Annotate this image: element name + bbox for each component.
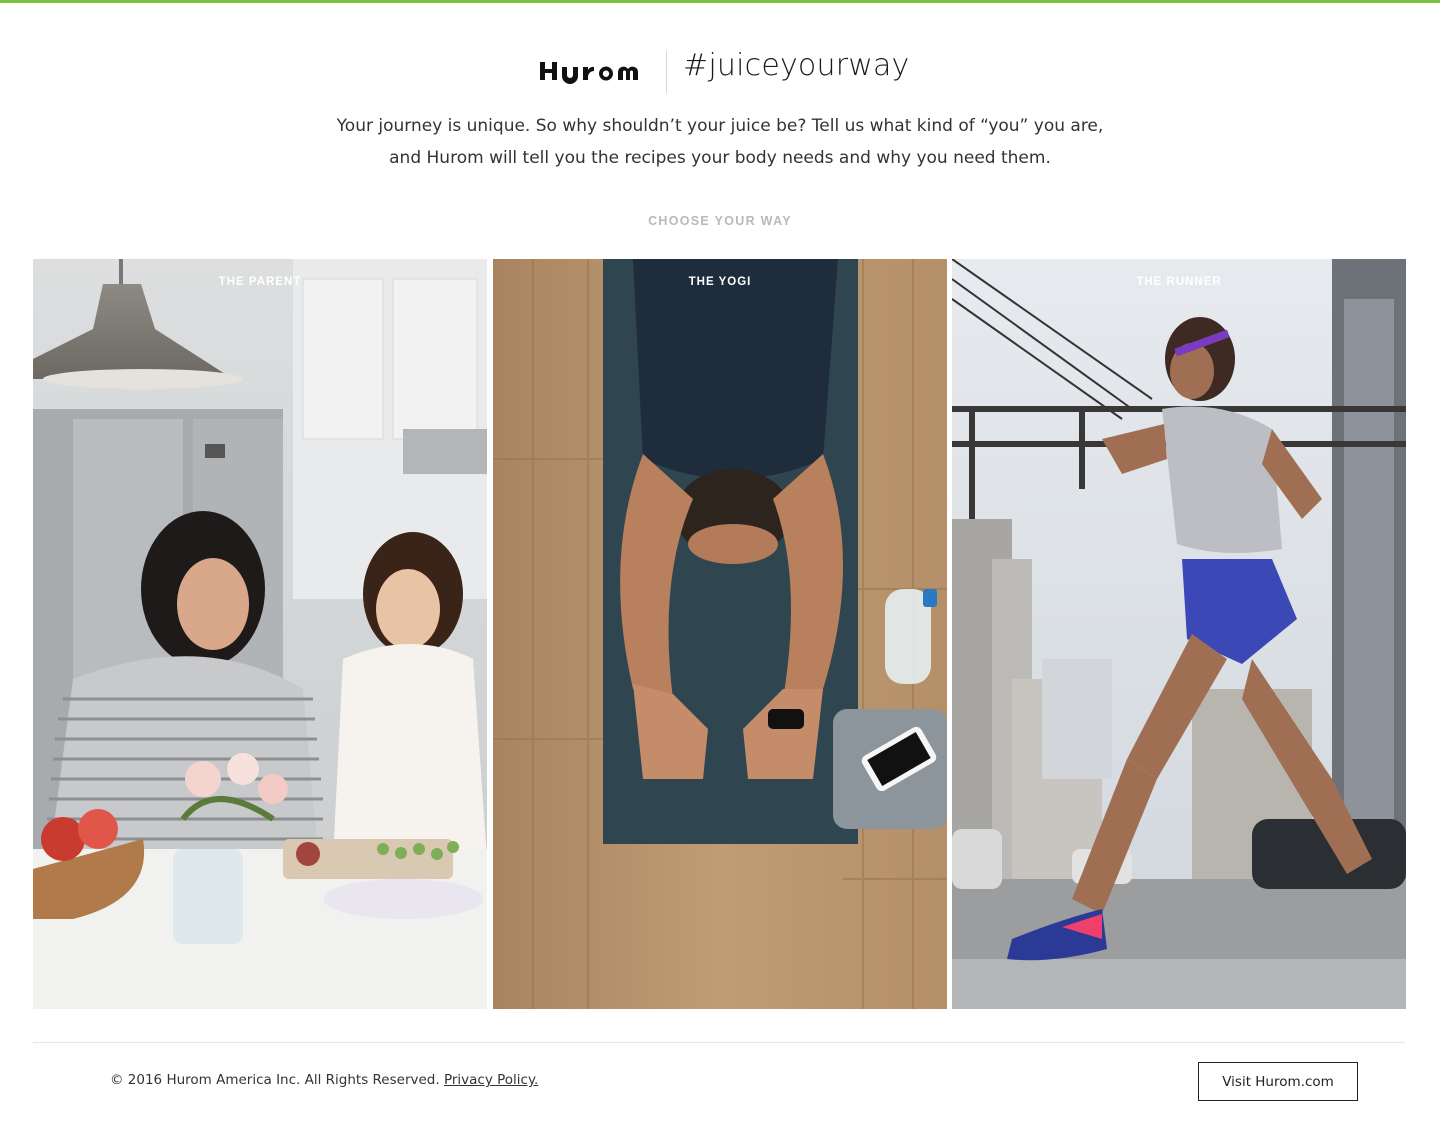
- hurom-wordmark-icon: [540, 62, 638, 84]
- brand-header: #juiceyourway: [0, 46, 1440, 96]
- runner-photo-image: [952, 259, 1406, 1009]
- panel-label-yogi: THE YOGI: [688, 276, 752, 288]
- intro-line-2: and Hurom will tell you the recipes your…: [389, 148, 1051, 168]
- privacy-policy-link[interactable]: Privacy Policy.: [444, 1072, 538, 1088]
- yogi-photo-image: [493, 259, 947, 1009]
- hurom-logo[interactable]: [538, 56, 650, 86]
- hashtag-title: #juiceyourway: [683, 48, 910, 83]
- panel-the-yogi[interactable]: THE YOGI: [493, 259, 947, 1009]
- brand-divider: [666, 51, 667, 93]
- panel-the-parent[interactable]: THE PARENT: [33, 259, 487, 1009]
- footer-copyright: © 2016 Hurom America Inc. All Rights Res…: [110, 1072, 538, 1088]
- panel-label-runner: THE RUNNER: [1136, 276, 1222, 288]
- footer-divider: [33, 1042, 1405, 1043]
- parent-photo-image: [33, 259, 487, 1009]
- intro-text: Your journey is unique. So why shouldn’t…: [320, 110, 1120, 174]
- panel-label-parent: THE PARENT: [218, 276, 302, 288]
- visit-hurom-button[interactable]: Visit Hurom.com: [1198, 1062, 1358, 1101]
- top-accent-bar: [0, 0, 1440, 3]
- copyright-text: © 2016 Hurom America Inc. All Rights Res…: [110, 1072, 440, 1088]
- intro-line-1: Your journey is unique. So why shouldn’t…: [336, 116, 1104, 136]
- choose-your-way-heading: CHOOSE YOUR WAY: [648, 214, 792, 228]
- panel-the-runner[interactable]: THE RUNNER: [952, 259, 1406, 1009]
